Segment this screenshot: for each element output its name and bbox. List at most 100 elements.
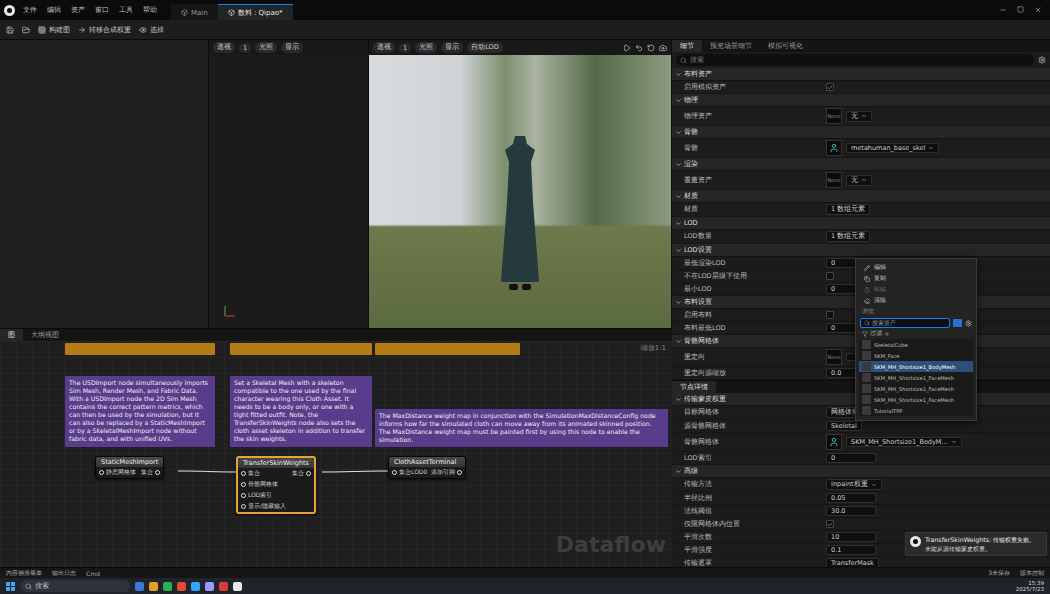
asset-item[interactable]: SKM_MH_Shortsize1_FaceMesh	[859, 372, 973, 383]
viewport-button[interactable]: 光照	[255, 42, 277, 53]
menu-item[interactable]: 帮助	[141, 5, 159, 15]
status-item[interactable]: 内容侧滑菜单	[6, 569, 42, 578]
asset-field[interactable]: metahuman_base_skel	[846, 143, 939, 153]
app-icon[interactable]	[191, 582, 200, 591]
menu-action[interactable]: 复制	[856, 273, 976, 284]
minimize-icon[interactable]	[999, 6, 1007, 14]
browse-icon[interactable]	[22, 26, 30, 34]
section-header[interactable]: LOD	[672, 217, 1050, 230]
dataflow-canvas[interactable]: The USDImport node simultaneously import…	[0, 341, 672, 567]
viewport-button[interactable]: 1	[399, 43, 411, 53]
select-field[interactable]: Inpaint权重	[826, 479, 882, 490]
panel-tab[interactable]: 大纲视图	[23, 329, 67, 341]
input-pin[interactable]: 骨骼网格体	[241, 480, 278, 489]
comment-header[interactable]	[230, 343, 372, 355]
value-field[interactable]: 10	[826, 532, 876, 542]
comment-box[interactable]: Set a Skeletal Mesh with a skeleton comp…	[230, 376, 372, 447]
graph-node[interactable]: ClothAssetTerminal集合LOD0添加引脚	[388, 456, 466, 479]
section-header[interactable]: 布料资产	[672, 68, 1050, 81]
app-icon[interactable]	[163, 582, 172, 591]
windows-start-icon[interactable]	[6, 582, 15, 591]
settings-icon[interactable]	[965, 320, 972, 327]
app-icon[interactable]	[177, 582, 186, 591]
status-item[interactable]: 3未保存	[988, 569, 1010, 578]
viewport-button[interactable]: 1	[239, 43, 251, 53]
section-header[interactable]: 材质	[672, 190, 1050, 203]
status-item[interactable]: Cmd	[86, 570, 100, 577]
panel-tab[interactable]: 图	[0, 329, 23, 341]
undo-icon[interactable]	[635, 44, 643, 52]
menu-item[interactable]: 编辑	[45, 5, 63, 15]
asset-item[interactable]: SkeletalCube	[859, 339, 973, 350]
menu-item[interactable]: 工具	[117, 5, 135, 15]
input-pin[interactable]: LOD索引	[241, 491, 272, 500]
output-pin[interactable]: 集合	[141, 468, 160, 477]
asset-item[interactable]: SKM_MH_Shortsize1_BodyMesh	[859, 361, 973, 372]
asset-search[interactable]: 搜索资产	[860, 318, 950, 328]
panel-tab[interactable]: 模拟可视化	[760, 40, 811, 52]
value-field[interactable]: 1 数组元素	[826, 204, 870, 215]
taskbar-search[interactable]: 搜索	[20, 580, 130, 592]
asset-field[interactable]: 无	[846, 111, 872, 122]
app-icon[interactable]	[233, 582, 242, 591]
asset-item[interactable]: SKM_MH_Shortsize1_FaceMesh	[859, 383, 973, 394]
graph-node[interactable]: StaticMeshImport静态网格体集合	[95, 456, 164, 479]
toolbar-button[interactable]: 选择	[139, 25, 164, 35]
save-icon[interactable]	[6, 26, 14, 34]
viewport-button[interactable]: 自动LOD	[467, 42, 503, 53]
viewport-button[interactable]: 透视	[213, 42, 235, 53]
viewport-button[interactable]: 光照	[415, 42, 437, 53]
filter-bar[interactable]: 过滤	[856, 329, 976, 338]
section-header[interactable]: LOD设置	[672, 244, 1050, 257]
filter-toggle[interactable]	[953, 319, 962, 327]
output-pin[interactable]: 添加引脚	[431, 468, 462, 477]
checkbox[interactable]	[826, 272, 834, 280]
status-item[interactable]: 版本控制	[1020, 569, 1044, 578]
asset-item[interactable]: TutorialTPP	[859, 405, 973, 416]
settings-icon[interactable]	[1038, 56, 1046, 64]
checkbox[interactable]	[826, 83, 834, 91]
app-icon[interactable]	[205, 582, 214, 591]
menu-action[interactable]: 清除	[856, 295, 976, 306]
panel-tab[interactable]: 细节	[672, 40, 702, 52]
value-field[interactable]: 0.1	[826, 545, 876, 555]
panel-tab[interactable]: 预览场景细节	[702, 40, 760, 52]
comment-header[interactable]	[65, 343, 215, 355]
clock[interactable]: 15:392025/7/23	[1016, 580, 1044, 592]
play-icon[interactable]	[623, 44, 631, 52]
section-header[interactable]: 高级	[672, 465, 1050, 478]
comment-header[interactable]	[375, 343, 520, 355]
value-field[interactable]: 30.0	[826, 506, 876, 516]
input-pin[interactable]: 集合LOD0	[392, 468, 427, 477]
asset-field[interactable]: 无	[846, 175, 872, 186]
camera-icon[interactable]	[659, 44, 667, 52]
search-field[interactable]: 搜索	[676, 54, 1034, 66]
section-header[interactable]: 物理	[672, 94, 1050, 107]
menu-action[interactable]: 粘贴	[856, 284, 976, 295]
value-field[interactable]: 1 数组元素	[826, 231, 870, 242]
panel-tab[interactable]: 节点详情	[672, 381, 716, 393]
viewport-button[interactable]: 显示	[281, 42, 303, 53]
checkbox[interactable]	[826, 520, 834, 528]
maximize-icon[interactable]	[1017, 6, 1024, 13]
app-icon[interactable]	[135, 582, 144, 591]
input-pin[interactable]: 集合	[241, 469, 260, 478]
value-field[interactable]: Skeletal	[826, 421, 862, 431]
reset-icon[interactable]	[647, 44, 655, 52]
comment-box[interactable]: The USDImport node simultaneously import…	[65, 376, 215, 447]
viewport-button[interactable]: 透视	[373, 42, 395, 53]
input-pin[interactable]: 显示/隐藏输入	[241, 502, 286, 511]
close-icon[interactable]	[1034, 6, 1042, 14]
menu-item[interactable]: 资产	[69, 5, 87, 15]
app-icon[interactable]	[219, 582, 228, 591]
asset-item[interactable]: SKM_Face	[859, 350, 973, 361]
graph-node[interactable]: TransferSkinWeights集合集合骨骼网格体LOD索引显示/隐藏输入	[236, 456, 316, 514]
menu-action[interactable]: 编辑	[856, 262, 976, 273]
section-header[interactable]: 骨骼	[672, 126, 1050, 139]
checkbox[interactable]	[826, 311, 834, 319]
asset-field[interactable]: SKM_MH_Shortsize1_BodyM...	[846, 437, 962, 447]
section-header[interactable]: 渲染	[672, 158, 1050, 171]
toolbar-button[interactable]: 转移合成权重	[78, 25, 131, 35]
viewport-scene[interactable]	[209, 55, 368, 328]
value-field[interactable]: 0.05	[826, 493, 876, 503]
